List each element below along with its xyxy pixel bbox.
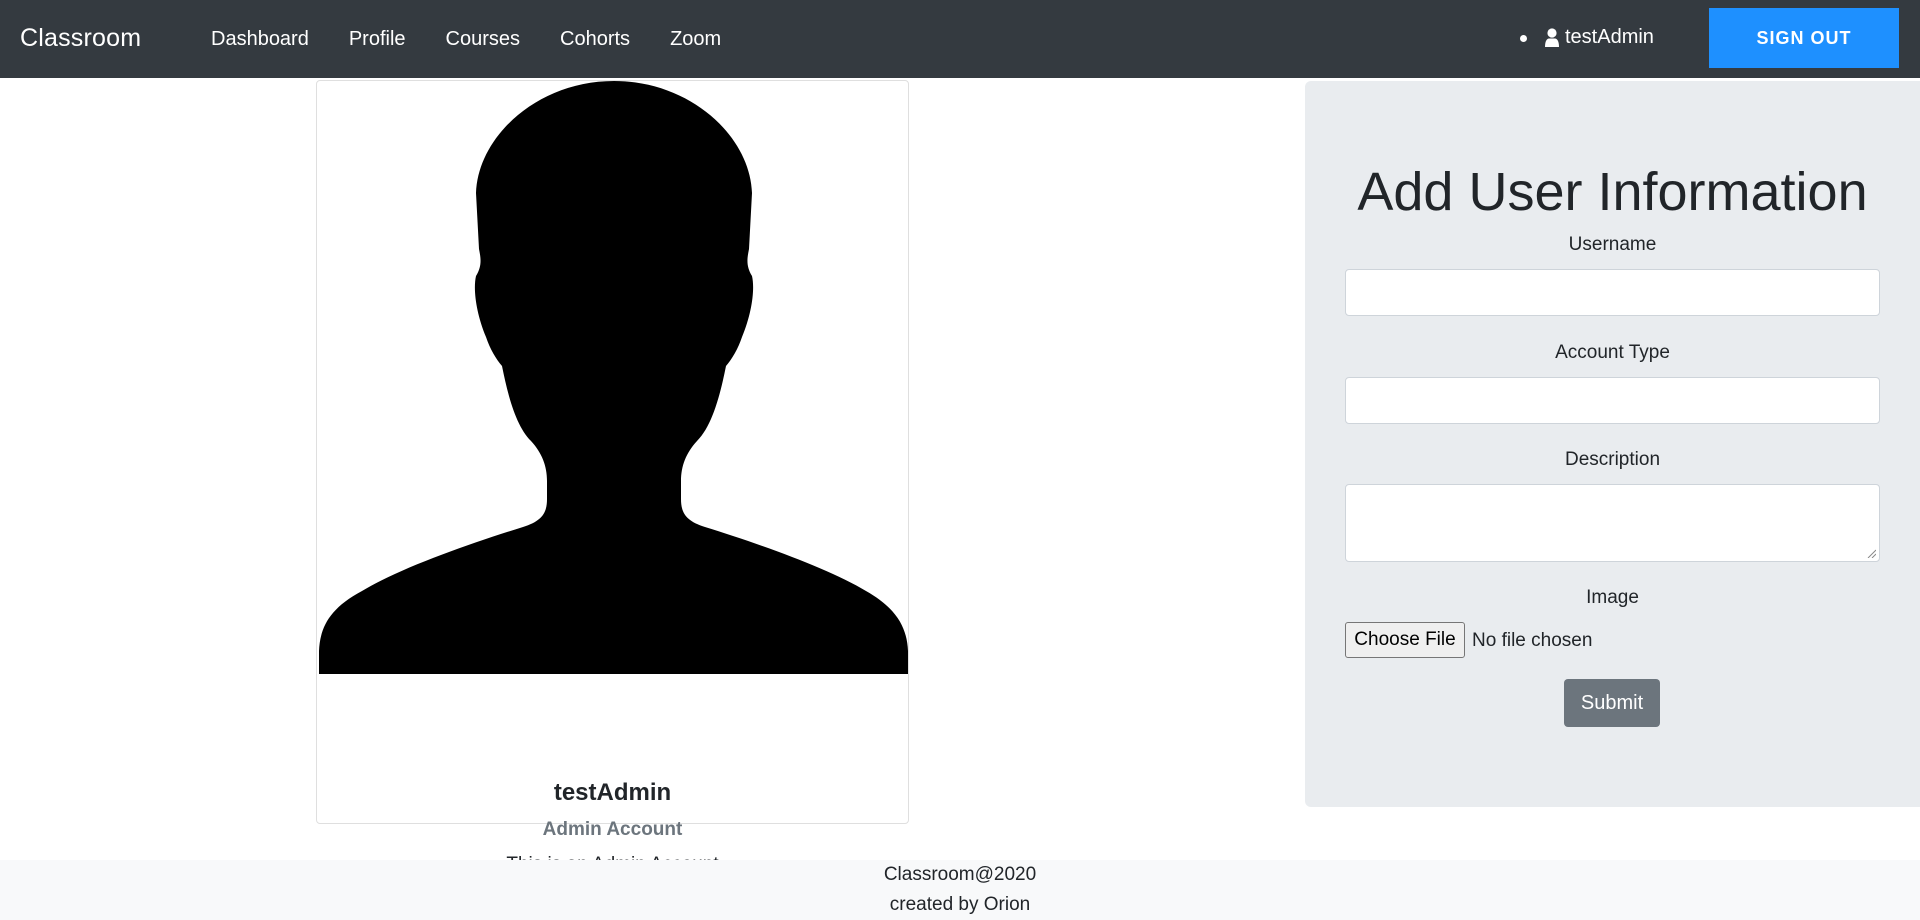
nav-user-area: testAdmin xyxy=(1520,26,1654,49)
person-silhouette-icon xyxy=(319,81,908,674)
brand-logo-text[interactable]: Classroom xyxy=(20,24,141,53)
username-label: Username xyxy=(1568,234,1657,255)
username-input[interactable] xyxy=(1345,269,1880,316)
nav-link-cohorts[interactable]: Cohorts xyxy=(560,28,630,51)
submit-button[interactable]: Submit xyxy=(1564,679,1660,727)
form-title: Add User Information xyxy=(1357,162,1868,222)
description-label: Description xyxy=(1564,449,1661,470)
sign-out-button[interactable]: SIGN OUT xyxy=(1709,8,1899,68)
description-textarea[interactable] xyxy=(1345,484,1880,562)
profile-name: testAdmin xyxy=(553,779,672,806)
user-icon xyxy=(1545,27,1559,47)
footer-copyright: Classroom@2020 xyxy=(883,864,1037,885)
top-navbar: Classroom Dashboard Profile Courses Coho… xyxy=(0,0,1920,78)
resize-handle-icon[interactable] xyxy=(1867,549,1876,558)
image-label: Image xyxy=(1586,587,1639,608)
nav-links: Dashboard Profile Courses Cohorts Zoom xyxy=(211,28,721,51)
footer-credit: created by Orion xyxy=(889,894,1031,915)
nav-link-zoom[interactable]: Zoom xyxy=(670,28,721,51)
account-type-input[interactable] xyxy=(1345,377,1880,424)
nav-link-dashboard[interactable]: Dashboard xyxy=(211,28,309,51)
profile-card: testAdmin Admin Account This is an Admin… xyxy=(316,80,909,875)
profile-account-type: Admin Account xyxy=(542,819,683,840)
add-user-form-panel: Add User Information Username Account Ty… xyxy=(1305,81,1920,807)
file-status-text: No file chosen xyxy=(1472,630,1593,651)
list-bullet xyxy=(1520,35,1527,42)
choose-file-button[interactable]: Choose File xyxy=(1345,622,1465,658)
footer: Classroom@2020 created by Orion xyxy=(0,860,1920,920)
nav-username[interactable]: testAdmin xyxy=(1565,26,1654,49)
account-type-label: Account Type xyxy=(1555,342,1670,363)
nav-link-courses[interactable]: Courses xyxy=(446,28,520,51)
nav-link-profile[interactable]: Profile xyxy=(349,28,406,51)
